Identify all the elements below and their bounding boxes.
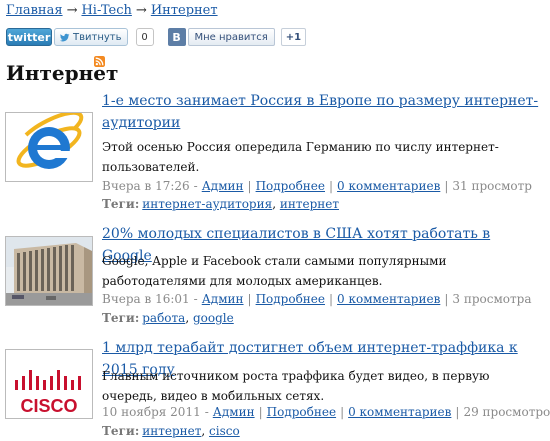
news-meta: Вчера в 16:01- Админ | Подробнее | 0 коммента… [102,292,532,306]
news-meta: Вчера в 17:26- Админ | Подробнее | 0 коммента… [102,179,532,193]
office-building-photo [6,237,92,305]
internet-explorer-logo-image[interactable] [5,112,93,182]
vk-like-count: +1 [280,28,307,46]
cisco-logo-text: CISCO [20,396,77,416]
tweet-label: Твитнуть [73,31,122,43]
news-date: Вчера в 17:26 [102,179,190,193]
breadcrumb-separator: → [135,3,147,18]
tag-link[interactable]: google [193,311,234,325]
tweet-button[interactable]: Твитнуть [54,28,128,46]
tags-label: Теги: [102,311,140,325]
breadcrumb-home[interactable]: Главная [6,3,63,18]
tag-link[interactable]: интернет [142,424,201,438]
office-building-photo-image[interactable] [5,236,93,306]
tag-link[interactable]: интернет-аудитория [142,197,272,211]
tag-link[interactable]: работа [142,311,185,325]
twitter-logo-button[interactable]: twitter [6,28,52,46]
tag-link[interactable]: интернет [280,197,339,211]
vk-logo-icon[interactable]: В [167,28,186,46]
view-count: 3 просмотра [452,292,532,306]
author-link[interactable]: Админ [202,179,244,193]
tags-label: Теги: [102,424,140,438]
tweet-count: 0 [135,28,154,46]
rss-icon[interactable] [94,56,105,67]
author-link[interactable]: Админ [202,292,244,306]
view-count: 31 просмотр [452,179,532,193]
news-summary: Этой осенью Россия опередила Германию по… [102,140,499,174]
news-meta: 10 ноября 2011- Админ | Подробнее | 0 коммент… [102,403,550,421]
read-more-link[interactable]: Подробнее [256,292,325,306]
view-count: 29 просмотров [463,405,550,419]
news-summary: Главным источником роста траффика будет … [102,369,490,403]
comments-link[interactable]: 0 комментариев [337,292,440,306]
breadcrumb-internet[interactable]: Интернет [151,3,218,18]
news-title-link[interactable]: 1-е место занимает Россия в Европе по ра… [102,90,542,134]
breadcrumb-hitech[interactable]: Hi-Tech [81,3,131,18]
cisco-logo-image[interactable]: CISCO [5,349,93,419]
breadcrumb: Главная → Hi-Tech → Интернет [6,2,218,20]
cisco-logo-icon: CISCO [6,350,92,418]
tags-label: Теги: [102,197,140,211]
news-date: 10 ноября 2011 [102,405,201,419]
comments-link[interactable]: 0 комментариев [337,179,440,193]
author-link[interactable]: Админ [213,405,255,419]
news-tags: Теги: интернет, cisco [102,424,240,438]
news-date: Вчера в 16:01 [102,292,190,306]
twitter-bird-icon [59,33,70,41]
tag-link[interactable]: cisco [209,424,240,438]
news-tags: Теги: работа, google [102,311,234,325]
read-more-link[interactable]: Подробнее [256,179,325,193]
comments-link[interactable]: 0 комментариев [348,405,451,419]
breadcrumb-separator: → [66,3,78,18]
news-summary: Google, Apple и Facebook стали самыми по… [102,254,447,288]
read-more-link[interactable]: Подробнее [267,405,336,419]
news-tags: Теги: интернет-аудитория, интернет [102,197,339,211]
social-share-bar: twitter Твитнуть 0 В Мне нравится +1 [6,28,307,46]
vk-like-button[interactable]: Мне нравится [187,28,275,46]
internet-explorer-icon [6,113,92,181]
